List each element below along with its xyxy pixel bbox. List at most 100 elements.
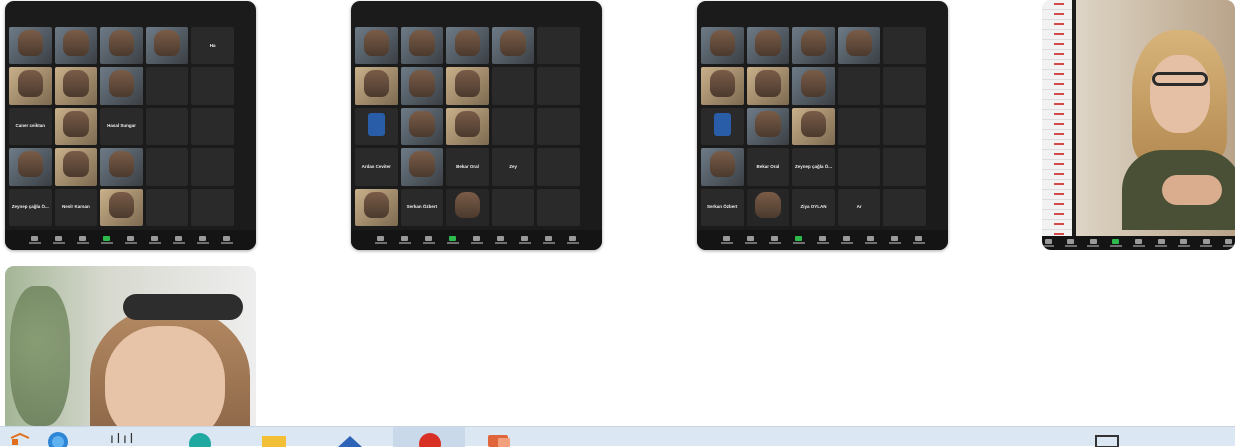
toolbar-button[interactable]	[1042, 239, 1055, 247]
participant-tile[interactable]	[537, 107, 580, 146]
toolbar-button[interactable]	[792, 236, 806, 244]
participant-tile[interactable]	[837, 107, 881, 146]
toolbar-button[interactable]	[888, 236, 902, 244]
participant-tile[interactable]	[191, 148, 234, 186]
zoom-window-thumbnail-3[interactable]: Bekar Oral Zeynep çağla Ö... Serkan Özbert…	[697, 1, 948, 250]
tablet-mode-icon[interactable]	[1090, 430, 1126, 447]
participant-tile[interactable]	[54, 148, 98, 186]
participant-tile[interactable]	[837, 27, 881, 65]
toolbar-button[interactable]	[720, 236, 734, 244]
participant-tile[interactable]: Serkan Özbert	[701, 188, 744, 226]
toolbar-button[interactable]	[374, 236, 388, 244]
participant-tile[interactable]: Serkan Özbert	[400, 188, 444, 226]
participant-tile[interactable]	[9, 67, 52, 105]
participant-tile[interactable]	[9, 148, 52, 186]
file-explorer-icon[interactable]	[256, 430, 292, 447]
toolbar-button[interactable]	[1200, 239, 1213, 247]
participant-tile[interactable]	[54, 67, 98, 105]
participant-tile[interactable]: Ardas Ceviter	[355, 148, 398, 186]
toolbar-button[interactable]	[864, 236, 878, 244]
participant-tile[interactable]	[883, 188, 926, 226]
participant-tile[interactable]	[54, 107, 98, 146]
participant-tile[interactable]: Zey	[491, 148, 535, 186]
participant-tile[interactable]	[701, 67, 744, 105]
participant-tile[interactable]	[446, 188, 489, 226]
weather-icon[interactable]	[40, 430, 76, 447]
participant-tile[interactable]: Bekar Oral	[446, 148, 489, 186]
participant-tile[interactable]	[792, 67, 835, 105]
participant-tile[interactable]	[491, 27, 535, 65]
participant-tile[interactable]	[145, 27, 189, 65]
toolbar-button[interactable]	[566, 236, 580, 244]
participant-tile[interactable]	[883, 148, 926, 186]
participant-tile[interactable]	[883, 107, 926, 146]
edge-browser-icon[interactable]	[182, 430, 218, 447]
toolbar-button[interactable]	[398, 236, 412, 244]
toolbar-button[interactable]	[148, 236, 162, 244]
participant-tile[interactable]	[537, 188, 580, 226]
participant-tile[interactable]	[837, 148, 881, 186]
toolbar-button[interactable]	[1109, 239, 1123, 247]
toolbar-button[interactable]	[422, 236, 436, 244]
toolbar-button[interactable]	[1064, 239, 1078, 247]
toolbar-button[interactable]	[124, 236, 138, 244]
participant-tile[interactable]	[145, 148, 189, 186]
toolbar-button[interactable]	[76, 236, 90, 244]
participant-tile[interactable]: Neslr Karsan	[54, 188, 98, 226]
participant-tile[interactable]	[355, 67, 398, 105]
participant-tile[interactable]: Bekar Oral	[746, 148, 790, 186]
powerpoint-icon[interactable]	[484, 430, 520, 447]
participant-tile[interactable]	[145, 67, 189, 105]
toolbar-button[interactable]	[1132, 239, 1145, 247]
participant-tile[interactable]	[191, 67, 234, 105]
participant-tile[interactable]	[746, 188, 790, 226]
participant-tile[interactable]	[701, 148, 744, 186]
toolbar-button[interactable]	[542, 236, 556, 244]
participant-tile[interactable]: Caner ceiktan	[9, 107, 52, 146]
participant-tile[interactable]	[883, 67, 926, 105]
participant-tile[interactable]	[400, 107, 444, 146]
participant-tile[interactable]	[191, 107, 234, 146]
participant-tile[interactable]	[837, 67, 881, 105]
participant-tile[interactable]: Ar	[837, 188, 881, 226]
speaker-video-window[interactable]	[1042, 0, 1235, 250]
toolbar-button[interactable]	[1155, 239, 1168, 247]
participant-tile[interactable]	[746, 27, 790, 65]
participant-tile[interactable]	[537, 148, 580, 186]
participant-tile[interactable]: Zeynep çağla Ö...	[792, 148, 835, 186]
participant-tile[interactable]	[9, 27, 52, 65]
participant-tile[interactable]	[491, 67, 535, 105]
participant-tile[interactable]	[355, 107, 398, 146]
participant-tile[interactable]	[746, 67, 790, 105]
participant-tile[interactable]	[355, 27, 398, 65]
participant-tile[interactable]	[701, 27, 744, 65]
toolbar-button[interactable]	[52, 236, 66, 244]
participant-tile[interactable]	[792, 27, 835, 65]
participant-tile[interactable]	[400, 148, 444, 186]
participant-tile[interactable]: Zeynep çağla Ö...	[9, 188, 52, 226]
participant-tile[interactable]	[491, 188, 535, 226]
participant-tile[interactable]	[54, 27, 98, 65]
participant-tile[interactable]	[746, 107, 790, 146]
toolbar-button[interactable]	[840, 236, 854, 244]
participant-tile[interactable]	[355, 188, 398, 226]
participant-tile[interactable]	[100, 148, 143, 186]
chrome-icon[interactable]	[410, 430, 450, 447]
participant-tile[interactable]	[537, 27, 580, 65]
zoom-window-thumbnail-1[interactable]: Ha Caner ceiktan Hasal Sungar Zeynep çağla …	[5, 1, 256, 250]
toolbar-button[interactable]	[100, 236, 114, 244]
toolbar-button[interactable]	[518, 236, 532, 244]
participant-tile[interactable]	[400, 27, 444, 65]
participant-tile[interactable]	[701, 107, 744, 146]
participant-tile[interactable]	[537, 67, 580, 105]
participant-tile[interactable]	[400, 67, 444, 105]
toolbar-button[interactable]	[446, 236, 460, 244]
participant-tile[interactable]	[100, 67, 143, 105]
webcam-video-window[interactable]	[5, 266, 256, 426]
participant-tile[interactable]	[446, 107, 489, 146]
participant-tile[interactable]	[100, 27, 143, 65]
participant-tile[interactable]: Hasal Sungar	[100, 107, 143, 146]
toolbar-button[interactable]	[172, 236, 186, 244]
participant-tile[interactable]	[883, 27, 926, 65]
participant-tile[interactable]	[145, 188, 189, 226]
